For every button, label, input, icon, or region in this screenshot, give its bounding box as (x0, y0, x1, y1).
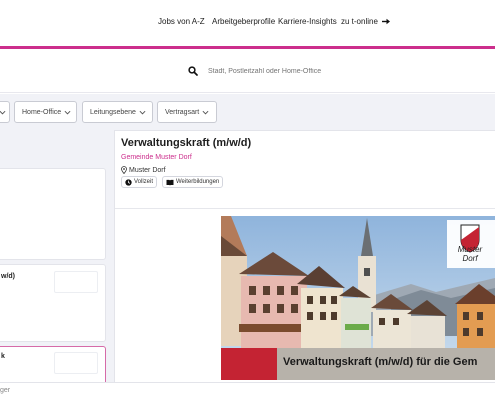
tag-weiterbildungen: Weiterbildungen (162, 176, 224, 188)
chevron-down-icon (202, 110, 209, 114)
detail-divider (115, 208, 495, 209)
nav-link-t-online-label: zu t-online (341, 17, 378, 26)
chevron-down-icon (64, 110, 71, 114)
filter-home-office-label: Home-Office (22, 108, 62, 116)
location-search-input[interactable] (208, 63, 468, 79)
job-title: Verwaltungskraft (m/w/d) (121, 137, 252, 149)
filter-leitungsebene[interactable]: Leitungsebene (82, 101, 153, 123)
filter-leitungsebene-label: Leitungsebene (90, 108, 136, 116)
crest-label-line1: Muster (457, 245, 483, 254)
filter-vertragsart[interactable]: Vertragsart (157, 101, 217, 123)
list-item[interactable]: w/d) (0, 264, 106, 342)
clock-icon (125, 178, 132, 186)
nav-link-t-online[interactable]: zu t-online (341, 17, 391, 26)
job-location: Muster Dorf (121, 166, 166, 174)
job-location-label: Muster Dorf (129, 166, 166, 174)
list-item-title-fragment: k (1, 353, 5, 360)
chevron-down-icon (139, 110, 146, 114)
tag-vollzeit: Vollzeit (121, 176, 158, 188)
tag-vollzeit-label: Vollzeit (134, 179, 154, 185)
tag-weiterbildungen-label: Weiterbildungen (176, 179, 220, 185)
arrow-right-icon (382, 19, 391, 25)
search-icon[interactable] (188, 66, 198, 76)
nav-link-employer-profiles[interactable]: Arbeitgeberprofile (212, 17, 275, 26)
employer-link[interactable]: Gemeinde Muster Dorf (121, 154, 192, 161)
filter-vertragsart-label: Vertragsart (165, 108, 200, 116)
chevron-down-icon (0, 110, 6, 114)
filter-home-office[interactable]: Home-Office (14, 101, 77, 123)
book-icon (166, 179, 174, 186)
top-navigation: Jobs von A-Z Arbeitgeberprofile Karriere… (0, 0, 495, 46)
crest-label: Muster Dorf (452, 245, 488, 263)
employer-logo (54, 352, 98, 374)
banner-headline: Verwaltungskraft (m/w/d) für die Gem (283, 356, 478, 368)
filter-dropdown-partial[interactable] (0, 101, 10, 123)
footer-text: ger (0, 387, 11, 394)
nav-link-career-insights[interactable]: Karriere-Insights (278, 17, 337, 26)
list-item-selected[interactable]: k (0, 346, 106, 386)
location-pin-icon (121, 166, 127, 174)
employer-logo (54, 271, 98, 293)
list-item[interactable] (0, 168, 106, 260)
nav-link-jobs-a-z[interactable]: Jobs von A-Z (158, 17, 205, 26)
crest-label-line2: Dorf (462, 254, 478, 263)
list-item-title-fragment: w/d) (1, 273, 15, 280)
footer-bar (0, 382, 495, 400)
